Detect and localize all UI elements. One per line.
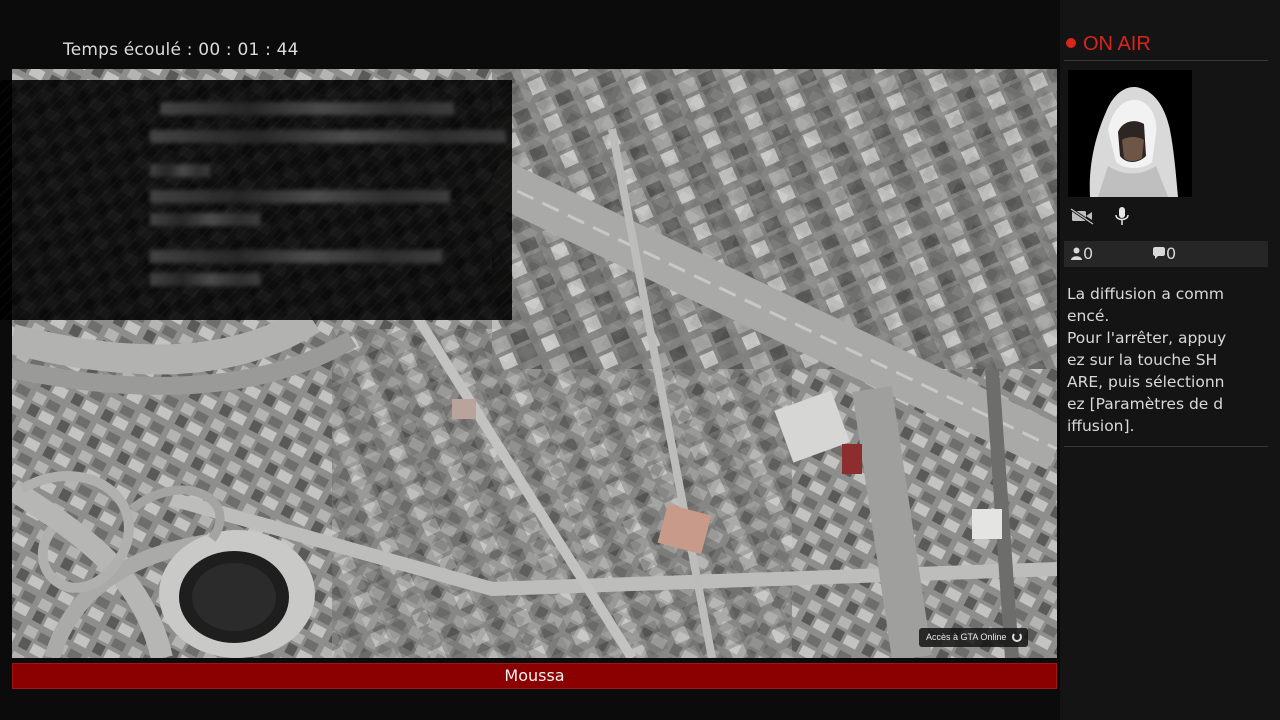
live-dot-icon <box>1066 38 1076 48</box>
streamer-name-bar: Moussa <box>12 663 1057 689</box>
elapsed-time-readout: Temps écoulé : 00 : 01 : 44 <box>63 40 299 60</box>
redacted-chat-line <box>160 102 454 115</box>
viewer-count: 0 <box>1070 244 1093 263</box>
online-access-label: Accès à GTA Online <box>926 632 1007 642</box>
comment-count-value: 0 <box>1166 244 1177 263</box>
redacted-chat-line <box>150 213 260 226</box>
redacted-chat-line <box>150 273 260 286</box>
divider <box>1064 446 1268 447</box>
viewer-count-value: 0 <box>1083 244 1094 263</box>
comment-bubble-icon <box>1153 247 1165 259</box>
on-air-status: ON AIR <box>1066 33 1151 56</box>
gta-online-access-indicator: Accès à GTA Online <box>919 628 1029 647</box>
redacted-chat-line <box>150 130 506 143</box>
chat-overlay-redacted <box>0 80 512 320</box>
loading-spinner-icon <box>1012 632 1023 642</box>
on-air-label: ON AIR <box>1083 33 1151 55</box>
redacted-chat-line <box>150 250 442 263</box>
divider <box>1064 60 1268 61</box>
avatar <box>1068 70 1192 197</box>
hooded-figure-avatar-icon <box>1068 70 1192 197</box>
broadcast-notice: La diffusion a commencé. Pour l'arrêter,… <box>1067 285 1227 435</box>
broadcast-sidebar: ON AIR 0 0 La diffusion a commencé. Pour… <box>1060 0 1280 720</box>
comment-count: 0 <box>1152 244 1176 263</box>
audience-stats: 0 0 <box>1064 241 1268 267</box>
redacted-chat-line <box>150 190 450 203</box>
streamer-name: Moussa <box>504 666 565 685</box>
person-icon <box>1071 247 1082 260</box>
redacted-chat-line <box>150 164 210 177</box>
microphone-icon <box>1115 207 1129 225</box>
elapsed-label: Temps écoulé <box>63 40 182 60</box>
camera-off-icon <box>1070 207 1094 226</box>
elapsed-time: 00 : 01 : 44 <box>198 40 299 60</box>
media-status-icons <box>1070 206 1150 226</box>
